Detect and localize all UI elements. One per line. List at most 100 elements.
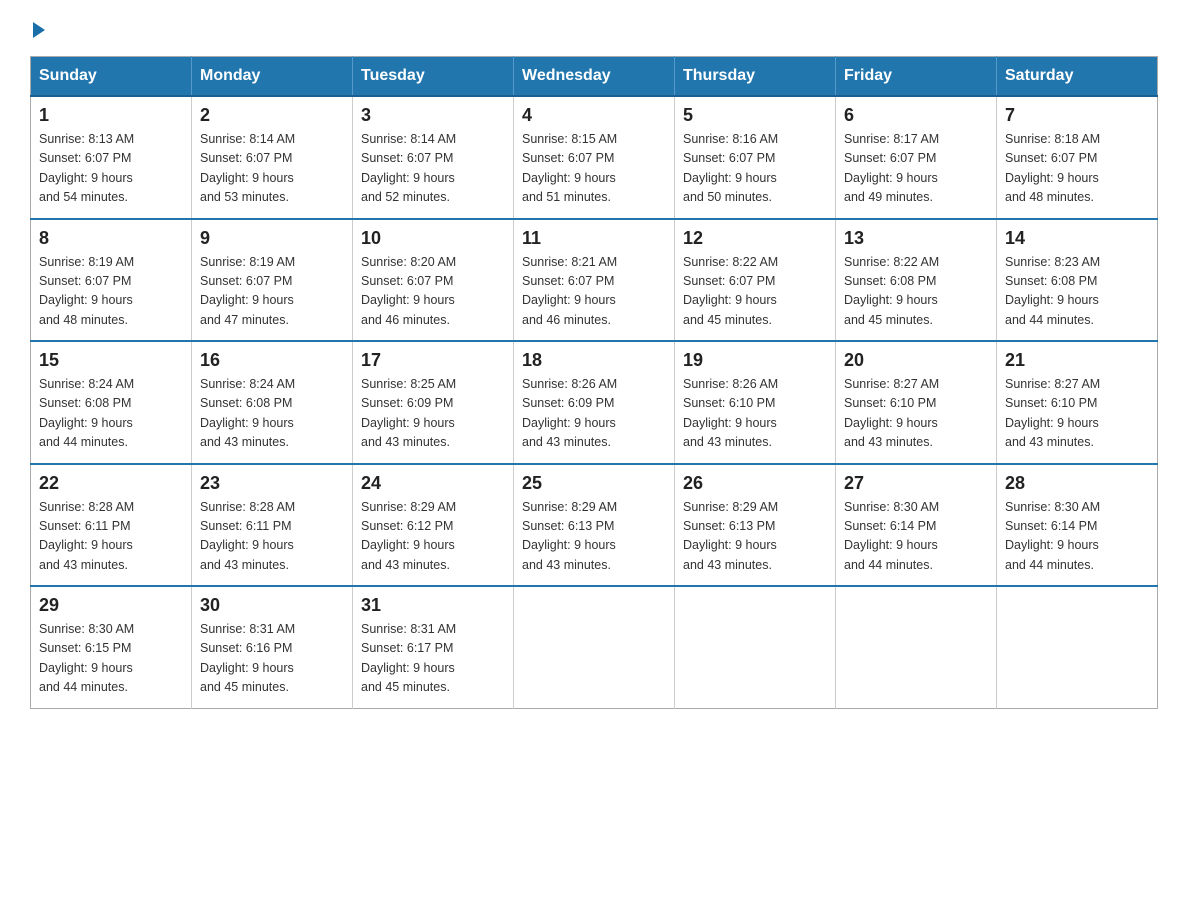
day-info: Sunrise: 8:29 AM Sunset: 6:13 PM Dayligh…: [683, 498, 827, 576]
day-number: 7: [1005, 105, 1149, 126]
day-info: Sunrise: 8:19 AM Sunset: 6:07 PM Dayligh…: [39, 253, 183, 331]
calendar-cell: 3 Sunrise: 8:14 AM Sunset: 6:07 PM Dayli…: [353, 96, 514, 219]
day-number: 26: [683, 473, 827, 494]
day-number: 24: [361, 473, 505, 494]
calendar-cell: 14 Sunrise: 8:23 AM Sunset: 6:08 PM Dayl…: [997, 219, 1158, 342]
calendar-cell: 10 Sunrise: 8:20 AM Sunset: 6:07 PM Dayl…: [353, 219, 514, 342]
calendar-cell: 1 Sunrise: 8:13 AM Sunset: 6:07 PM Dayli…: [31, 96, 192, 219]
day-number: 12: [683, 228, 827, 249]
calendar-week-row: 22 Sunrise: 8:28 AM Sunset: 6:11 PM Dayl…: [31, 464, 1158, 587]
day-number: 19: [683, 350, 827, 371]
day-info: Sunrise: 8:29 AM Sunset: 6:12 PM Dayligh…: [361, 498, 505, 576]
day-info: Sunrise: 8:29 AM Sunset: 6:13 PM Dayligh…: [522, 498, 666, 576]
calendar-week-row: 15 Sunrise: 8:24 AM Sunset: 6:08 PM Dayl…: [31, 341, 1158, 464]
calendar-cell: 7 Sunrise: 8:18 AM Sunset: 6:07 PM Dayli…: [997, 96, 1158, 219]
calendar-cell: 31 Sunrise: 8:31 AM Sunset: 6:17 PM Dayl…: [353, 586, 514, 708]
day-number: 16: [200, 350, 344, 371]
day-info: Sunrise: 8:27 AM Sunset: 6:10 PM Dayligh…: [844, 375, 988, 453]
day-number: 9: [200, 228, 344, 249]
day-number: 2: [200, 105, 344, 126]
day-number: 10: [361, 228, 505, 249]
day-number: 31: [361, 595, 505, 616]
day-info: Sunrise: 8:15 AM Sunset: 6:07 PM Dayligh…: [522, 130, 666, 208]
header-friday: Friday: [836, 57, 997, 97]
day-number: 22: [39, 473, 183, 494]
day-info: Sunrise: 8:27 AM Sunset: 6:10 PM Dayligh…: [1005, 375, 1149, 453]
calendar-cell: 25 Sunrise: 8:29 AM Sunset: 6:13 PM Dayl…: [514, 464, 675, 587]
day-number: 30: [200, 595, 344, 616]
day-info: Sunrise: 8:30 AM Sunset: 6:14 PM Dayligh…: [1005, 498, 1149, 576]
day-number: 4: [522, 105, 666, 126]
calendar-cell: 16 Sunrise: 8:24 AM Sunset: 6:08 PM Dayl…: [192, 341, 353, 464]
day-info: Sunrise: 8:14 AM Sunset: 6:07 PM Dayligh…: [200, 130, 344, 208]
day-number: 20: [844, 350, 988, 371]
calendar-cell: 26 Sunrise: 8:29 AM Sunset: 6:13 PM Dayl…: [675, 464, 836, 587]
day-info: Sunrise: 8:30 AM Sunset: 6:14 PM Dayligh…: [844, 498, 988, 576]
day-info: Sunrise: 8:14 AM Sunset: 6:07 PM Dayligh…: [361, 130, 505, 208]
header-monday: Monday: [192, 57, 353, 97]
day-number: 11: [522, 228, 666, 249]
calendar-week-row: 29 Sunrise: 8:30 AM Sunset: 6:15 PM Dayl…: [31, 586, 1158, 708]
day-number: 1: [39, 105, 183, 126]
day-number: 15: [39, 350, 183, 371]
calendar-cell: 28 Sunrise: 8:30 AM Sunset: 6:14 PM Dayl…: [997, 464, 1158, 587]
header-sunday: Sunday: [31, 57, 192, 97]
calendar-cell: 20 Sunrise: 8:27 AM Sunset: 6:10 PM Dayl…: [836, 341, 997, 464]
calendar-cell: 22 Sunrise: 8:28 AM Sunset: 6:11 PM Dayl…: [31, 464, 192, 587]
day-number: 17: [361, 350, 505, 371]
calendar-cell: 21 Sunrise: 8:27 AM Sunset: 6:10 PM Dayl…: [997, 341, 1158, 464]
day-number: 18: [522, 350, 666, 371]
day-number: 29: [39, 595, 183, 616]
calendar-cell: 4 Sunrise: 8:15 AM Sunset: 6:07 PM Dayli…: [514, 96, 675, 219]
calendar-table: SundayMondayTuesdayWednesdayThursdayFrid…: [30, 56, 1158, 709]
calendar-week-row: 8 Sunrise: 8:19 AM Sunset: 6:07 PM Dayli…: [31, 219, 1158, 342]
calendar-cell: 17 Sunrise: 8:25 AM Sunset: 6:09 PM Dayl…: [353, 341, 514, 464]
calendar-cell: [514, 586, 675, 708]
calendar-cell: 13 Sunrise: 8:22 AM Sunset: 6:08 PM Dayl…: [836, 219, 997, 342]
calendar-cell: 8 Sunrise: 8:19 AM Sunset: 6:07 PM Dayli…: [31, 219, 192, 342]
day-info: Sunrise: 8:30 AM Sunset: 6:15 PM Dayligh…: [39, 620, 183, 698]
day-info: Sunrise: 8:21 AM Sunset: 6:07 PM Dayligh…: [522, 253, 666, 331]
calendar-cell: 24 Sunrise: 8:29 AM Sunset: 6:12 PM Dayl…: [353, 464, 514, 587]
day-info: Sunrise: 8:16 AM Sunset: 6:07 PM Dayligh…: [683, 130, 827, 208]
calendar-cell: 27 Sunrise: 8:30 AM Sunset: 6:14 PM Dayl…: [836, 464, 997, 587]
day-number: 3: [361, 105, 505, 126]
day-number: 28: [1005, 473, 1149, 494]
calendar-cell: 5 Sunrise: 8:16 AM Sunset: 6:07 PM Dayli…: [675, 96, 836, 219]
day-info: Sunrise: 8:22 AM Sunset: 6:07 PM Dayligh…: [683, 253, 827, 331]
day-info: Sunrise: 8:24 AM Sunset: 6:08 PM Dayligh…: [200, 375, 344, 453]
day-info: Sunrise: 8:19 AM Sunset: 6:07 PM Dayligh…: [200, 253, 344, 331]
calendar-cell: 12 Sunrise: 8:22 AM Sunset: 6:07 PM Dayl…: [675, 219, 836, 342]
page-header: [30, 20, 1158, 36]
day-info: Sunrise: 8:18 AM Sunset: 6:07 PM Dayligh…: [1005, 130, 1149, 208]
day-info: Sunrise: 8:31 AM Sunset: 6:16 PM Dayligh…: [200, 620, 344, 698]
calendar-cell: 11 Sunrise: 8:21 AM Sunset: 6:07 PM Dayl…: [514, 219, 675, 342]
day-info: Sunrise: 8:25 AM Sunset: 6:09 PM Dayligh…: [361, 375, 505, 453]
day-number: 8: [39, 228, 183, 249]
day-number: 23: [200, 473, 344, 494]
day-number: 14: [1005, 228, 1149, 249]
day-info: Sunrise: 8:26 AM Sunset: 6:09 PM Dayligh…: [522, 375, 666, 453]
day-info: Sunrise: 8:17 AM Sunset: 6:07 PM Dayligh…: [844, 130, 988, 208]
calendar-cell: [997, 586, 1158, 708]
logo: [30, 20, 45, 36]
calendar-cell: 6 Sunrise: 8:17 AM Sunset: 6:07 PM Dayli…: [836, 96, 997, 219]
calendar-cell: [836, 586, 997, 708]
day-info: Sunrise: 8:28 AM Sunset: 6:11 PM Dayligh…: [200, 498, 344, 576]
header-tuesday: Tuesday: [353, 57, 514, 97]
calendar-cell: 2 Sunrise: 8:14 AM Sunset: 6:07 PM Dayli…: [192, 96, 353, 219]
day-number: 6: [844, 105, 988, 126]
calendar-cell: 29 Sunrise: 8:30 AM Sunset: 6:15 PM Dayl…: [31, 586, 192, 708]
day-info: Sunrise: 8:24 AM Sunset: 6:08 PM Dayligh…: [39, 375, 183, 453]
header-wednesday: Wednesday: [514, 57, 675, 97]
header-saturday: Saturday: [997, 57, 1158, 97]
calendar-cell: 9 Sunrise: 8:19 AM Sunset: 6:07 PM Dayli…: [192, 219, 353, 342]
day-info: Sunrise: 8:31 AM Sunset: 6:17 PM Dayligh…: [361, 620, 505, 698]
header-thursday: Thursday: [675, 57, 836, 97]
day-info: Sunrise: 8:28 AM Sunset: 6:11 PM Dayligh…: [39, 498, 183, 576]
logo-triangle-icon: [33, 22, 45, 38]
day-info: Sunrise: 8:13 AM Sunset: 6:07 PM Dayligh…: [39, 130, 183, 208]
day-info: Sunrise: 8:26 AM Sunset: 6:10 PM Dayligh…: [683, 375, 827, 453]
day-info: Sunrise: 8:22 AM Sunset: 6:08 PM Dayligh…: [844, 253, 988, 331]
calendar-week-row: 1 Sunrise: 8:13 AM Sunset: 6:07 PM Dayli…: [31, 96, 1158, 219]
